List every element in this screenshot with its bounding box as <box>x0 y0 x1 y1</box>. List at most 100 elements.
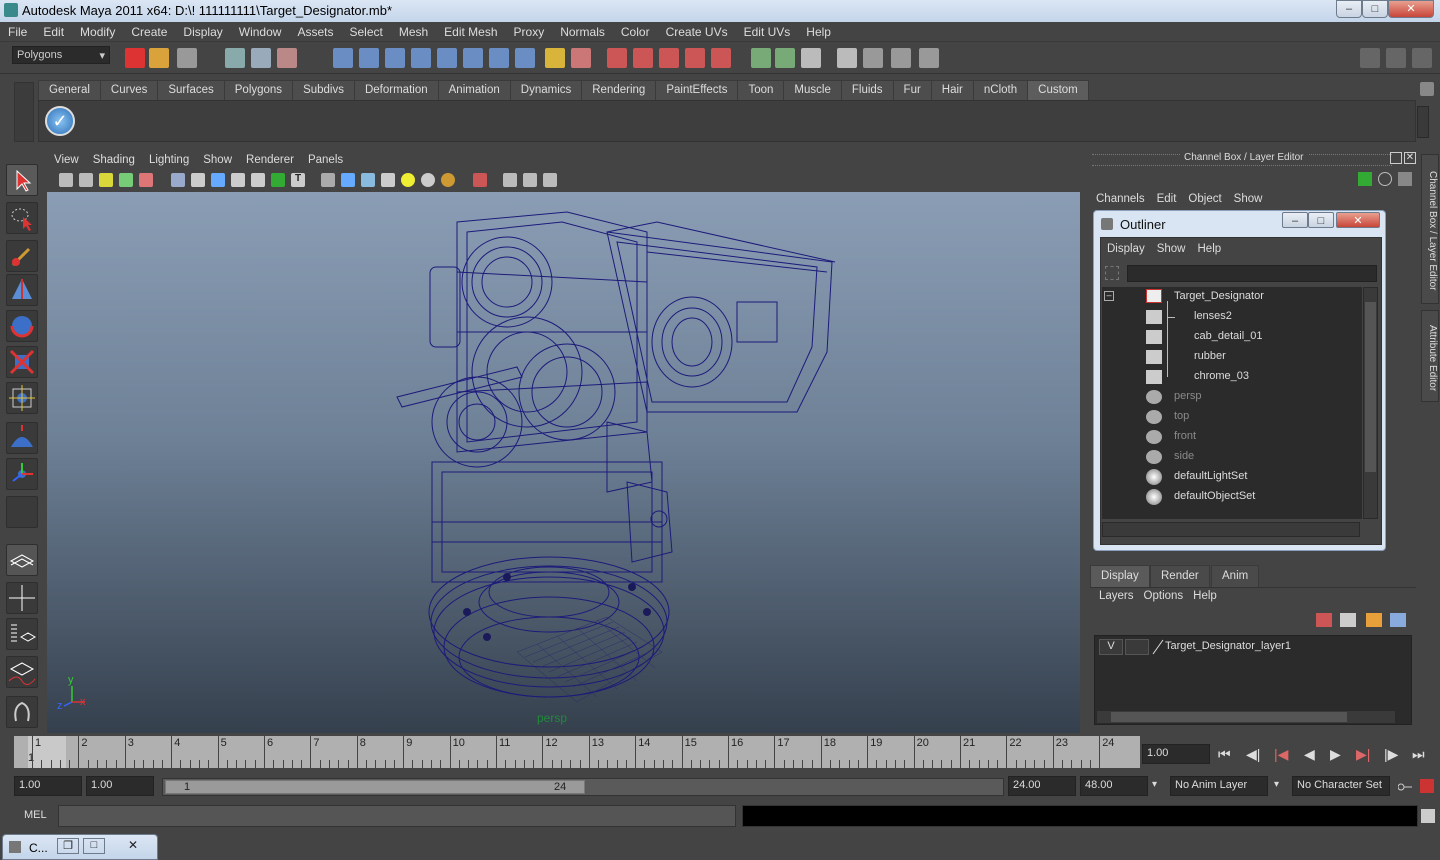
batch-render-icon[interactable] <box>891 48 911 68</box>
menu-set-dropdown[interactable]: Polygons ▾ <box>12 46 110 64</box>
close-button[interactable]: ✕ <box>1388 0 1434 18</box>
shadows-icon[interactable] <box>441 173 455 187</box>
collapse-toggle-icon[interactable]: – <box>1104 291 1114 301</box>
anim-layer-dropdown[interactable]: No Anim Layer <box>1170 776 1268 796</box>
shelf-tab-fluids[interactable]: Fluids <box>840 80 894 100</box>
menu-assets[interactable]: Assets <box>289 22 341 42</box>
mel-label[interactable]: MEL <box>24 809 47 821</box>
key-icon[interactable] <box>1397 781 1412 791</box>
close-minimized-button[interactable]: ✕ <box>111 838 155 854</box>
help-icon[interactable] <box>515 48 535 68</box>
shelf-tab-surfaces[interactable]: Surfaces <box>157 80 225 100</box>
safe-action-icon[interactable] <box>271 173 285 187</box>
hyper-icon[interactable] <box>1398 172 1412 186</box>
history-icon[interactable] <box>489 48 509 68</box>
play-backwards-icon[interactable]: ◀ <box>1304 746 1315 763</box>
play-forwards-icon[interactable]: ▶ <box>1330 746 1341 763</box>
animation-start-field[interactable]: 1.00 <box>14 776 82 796</box>
shelf-tab-fur[interactable]: Fur <box>892 80 932 100</box>
perspective-viewport[interactable]: persp y x z <box>47 192 1080 733</box>
shelf-tab-polygons[interactable]: Polygons <box>223 80 294 100</box>
select-object-icon[interactable] <box>251 48 271 68</box>
hypershade-icon[interactable] <box>711 48 731 68</box>
snap-point-icon[interactable] <box>385 48 405 68</box>
menu-edit-uvs[interactable]: Edit UVs <box>736 22 799 42</box>
anim-layer-chevron-icon[interactable]: ▾ <box>1152 779 1157 790</box>
panel-menu-view[interactable]: View <box>47 153 86 166</box>
object-menu[interactable]: Object <box>1188 193 1221 205</box>
wireframe-on-shaded-icon[interactable] <box>361 173 375 187</box>
float-panel-icon[interactable] <box>1390 152 1402 164</box>
new-layer-icon[interactable] <box>1366 613 1382 627</box>
shelf-tab-dynamics[interactable]: Dynamics <box>509 80 583 100</box>
menu-proxy[interactable]: Proxy <box>506 22 553 42</box>
select-camera-icon[interactable] <box>59 173 73 187</box>
char-set-chevron-icon[interactable]: ▾ <box>1274 779 1279 790</box>
layer-horizontal-scrollbar[interactable] <box>1096 710 1396 724</box>
shelf-tab-custom[interactable]: Custom <box>1027 80 1089 100</box>
snap-curve-icon[interactable] <box>359 48 379 68</box>
outliner-menu-display[interactable]: Display <box>1107 243 1145 255</box>
render-settings-icon[interactable] <box>685 48 705 68</box>
xray-joints-icon[interactable] <box>523 173 537 187</box>
panel-menu-show[interactable]: Show <box>196 153 239 166</box>
menu-create-uvs[interactable]: Create UVs <box>658 22 736 42</box>
attribute-editor-toggle-icon[interactable] <box>1360 48 1380 68</box>
construction-history-icon[interactable] <box>607 48 627 68</box>
bookmarks-icon[interactable] <box>99 173 113 187</box>
step-forward-key-icon[interactable]: ▶| <box>1356 746 1370 763</box>
layer-display-type-toggle[interactable] <box>1125 639 1149 655</box>
ipr-render-icon[interactable] <box>659 48 679 68</box>
shelf-scroll[interactable] <box>1417 106 1429 138</box>
single-pane-layout-icon[interactable] <box>6 544 38 576</box>
shelf-tab-rendering[interactable]: Rendering <box>581 80 657 100</box>
shelf-tab-toon[interactable]: Toon <box>737 80 785 100</box>
outliner-search-field[interactable] <box>1127 265 1377 282</box>
channels-menu[interactable]: Channels <box>1096 193 1145 205</box>
textured-icon[interactable] <box>381 173 395 187</box>
menu-window[interactable]: Window <box>231 22 290 42</box>
camera-attributes-icon[interactable] <box>79 173 93 187</box>
shelf-tab-ncloth[interactable]: nCloth <box>972 80 1029 100</box>
menu-color[interactable]: Color <box>613 22 658 42</box>
step-forward-frame-icon[interactable]: |▶ <box>1384 746 1398 763</box>
layer-menu-help[interactable]: Help <box>1193 590 1217 602</box>
show-menu[interactable]: Show <box>1234 193 1263 205</box>
script-editor-button-icon[interactable] <box>1421 809 1435 823</box>
shelf-tab-painteffects[interactable]: PaintEffects <box>655 80 739 100</box>
restore-button[interactable]: ❐ <box>57 838 79 854</box>
menu-display[interactable]: Display <box>175 22 230 42</box>
shelf-tab-hair[interactable]: Hair <box>930 80 974 100</box>
channel-box-toggle-icon[interactable] <box>1412 48 1432 68</box>
new-scene-icon[interactable] <box>125 48 145 68</box>
menu-normals[interactable]: Normals <box>552 22 613 42</box>
paint-select-tool-icon[interactable] <box>6 240 38 272</box>
clapper-icon[interactable] <box>863 48 883 68</box>
layer-tab-display[interactable]: Display <box>1090 565 1150 587</box>
lock-icon[interactable] <box>545 48 565 68</box>
select-tool-icon[interactable] <box>6 164 38 196</box>
outliner-menu-show[interactable]: Show <box>1157 243 1186 255</box>
lasso-tool-icon[interactable] <box>6 202 38 234</box>
wireframe-icon[interactable] <box>321 173 335 187</box>
menu-edit[interactable]: Edit <box>35 22 72 42</box>
layer-menu-layers[interactable]: Layers <box>1099 590 1134 602</box>
menu-help[interactable]: Help <box>798 22 839 42</box>
minimized-window[interactable]: C... ❐ □ ✕ <box>2 834 158 860</box>
input-line-icon[interactable] <box>751 48 771 68</box>
show-manipulator-icon[interactable] <box>6 458 38 490</box>
range-slider-handle[interactable]: 1 24 <box>165 780 585 794</box>
layer-menu-options[interactable]: Options <box>1144 590 1184 602</box>
safe-title-icon[interactable]: T <box>291 173 305 187</box>
xray-icon[interactable] <box>503 173 517 187</box>
new-layer-selected-icon[interactable] <box>1390 613 1406 627</box>
move-tool-icon[interactable] <box>6 274 38 306</box>
shelf-tab-subdivs[interactable]: Subdivs <box>292 80 355 100</box>
checkmark-icon[interactable]: ✓ <box>45 106 75 136</box>
soft-mod-tool-icon[interactable] <box>6 422 38 454</box>
script-editor-icon[interactable] <box>801 48 821 68</box>
time-slider[interactable]: 1 12345678910111213141516171819202122232… <box>14 736 1140 768</box>
command-input[interactable] <box>58 805 736 827</box>
gate-mask-icon[interactable] <box>231 173 245 187</box>
menu-mesh[interactable]: Mesh <box>391 22 436 42</box>
